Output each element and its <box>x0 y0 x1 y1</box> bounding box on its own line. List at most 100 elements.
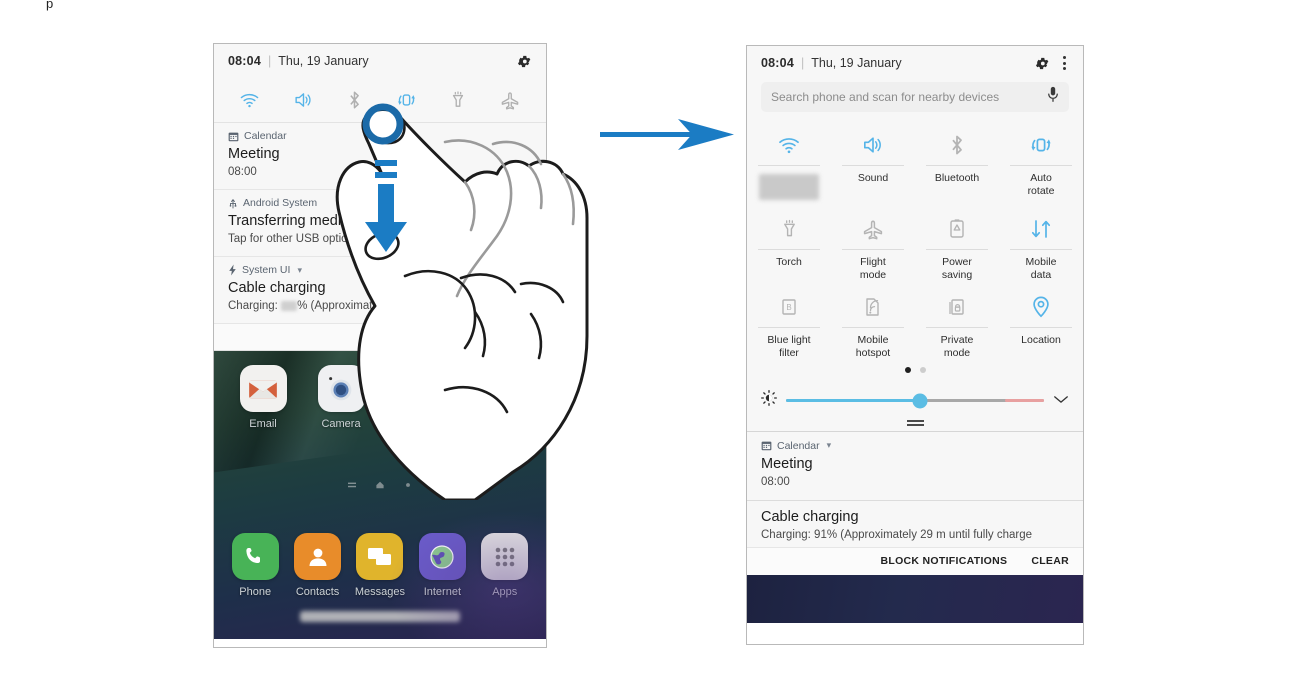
app-label: Phone <box>239 586 272 599</box>
bluetooth-toggle[interactable] <box>347 90 362 110</box>
voice-search-button[interactable] <box>1047 86 1059 108</box>
slider-fill <box>786 399 921 403</box>
torch-icon <box>452 91 464 107</box>
notification-header: Calendar <box>228 130 532 142</box>
notification-header: Calendar ▾ <box>761 440 1069 452</box>
sound-tile[interactable]: Sound <box>831 120 915 204</box>
auto-rotate-toggle[interactable] <box>396 90 417 110</box>
quick-settings-page-dots <box>747 360 1083 380</box>
power-saving-icon <box>950 219 964 238</box>
mobile-data-tile[interactable]: Mobile data <box>999 204 1083 282</box>
notification-subtitle: 08:00 <box>228 166 257 179</box>
notification-cable-charging[interactable]: Cable charging Charging: 91% (Approximat… <box>747 500 1083 547</box>
bluetooth-icon <box>952 135 962 155</box>
app-label: Apps <box>492 586 518 599</box>
auto-rotate-tile[interactable]: Auto rotate <box>999 120 1083 204</box>
tile-rule <box>1010 165 1072 166</box>
power-saving-tile[interactable]: Power saving <box>915 204 999 282</box>
tile-icon-wrap <box>949 126 965 164</box>
left-home-screen: Email Camera Play Store Google Phone Con… <box>214 351 546 640</box>
wifi-toggle[interactable] <box>239 92 260 109</box>
tile-rule <box>842 248 904 250</box>
app-camera[interactable]: Camera <box>312 365 370 430</box>
sound-toggle[interactable] <box>293 91 314 109</box>
chevron-down-icon[interactable]: ▾ <box>827 440 832 451</box>
brightness-slider[interactable] <box>786 393 1044 409</box>
notification-system-ui[interactable]: System UI ▾ Cable charging Charging: % (… <box>214 257 546 325</box>
tile-label: Private mode <box>940 333 974 359</box>
left-status-bar: 08:04 | Thu, 19 January <box>214 44 546 78</box>
notification-calendar[interactable]: Calendar ▾ Meeting 08:00 <box>747 431 1083 501</box>
notification-title: Transferring media files via USB <box>228 213 436 230</box>
slider-knob[interactable] <box>912 393 928 409</box>
tile-icon-wrap <box>1030 288 1052 326</box>
brightness-expand-button[interactable] <box>1053 392 1069 410</box>
blue-light-tile[interactable]: B Blue light filter <box>747 282 831 360</box>
chevron-down-icon[interactable]: ▾ <box>297 265 302 276</box>
app-apps[interactable]: Apps <box>476 533 534 598</box>
page-dot[interactable] <box>404 481 412 489</box>
quick-settings-grid: Sound Bluetooth Auto rotate Torch Flight… <box>747 120 1083 360</box>
tile-label: Sound <box>857 172 889 184</box>
tile-label: Mobile data <box>1025 255 1057 281</box>
right-status-bar: 08:04 | Thu, 19 January <box>747 46 1083 80</box>
tile-rule <box>926 165 988 166</box>
page-dot-active[interactable] <box>904 366 911 373</box>
block-notifications-button[interactable]: BLOCK NOTIFICATIONS <box>880 555 1007 567</box>
notification-android-system[interactable]: Android System Transferring media files … <box>214 190 546 258</box>
notification-calendar[interactable]: Calendar Meeting 08:00 <box>214 123 546 191</box>
app-messages[interactable]: Messages <box>351 533 409 598</box>
status-separator: | <box>267 54 272 68</box>
settings-gear-button[interactable] <box>1035 56 1050 71</box>
hotspot-tile[interactable]: Mobile hotspot <box>831 282 915 360</box>
notification-app-name: Calendar <box>777 439 820 452</box>
tile-label: Blue light filter <box>767 333 811 359</box>
app-tile <box>239 365 287 413</box>
app-label: Camera <box>321 418 361 431</box>
flight-mode-toggle[interactable] <box>499 90 521 110</box>
clear-button[interactable]: CLEAR <box>1031 555 1069 567</box>
flow-arrow <box>600 119 734 150</box>
flight-mode-tile[interactable]: Flight mode <box>831 204 915 282</box>
more-options-button[interactable] <box>1060 56 1069 70</box>
home-icon[interactable] <box>376 481 384 489</box>
app-play-store[interactable]: Play Store <box>390 365 448 430</box>
contacts-icon <box>309 548 327 566</box>
panel-handle[interactable] <box>747 419 1083 432</box>
auto-rotate-icon <box>1031 138 1051 152</box>
left-quick-toggle-strip <box>214 78 546 123</box>
tile-icon-wrap <box>781 210 798 248</box>
stray-glyph: p <box>46 0 54 11</box>
calendar-icon <box>228 132 239 141</box>
app-email[interactable]: Email <box>234 365 292 430</box>
right-notification-panel: 08:04 | Thu, 19 January Search phone and… <box>747 46 1083 623</box>
search-bar[interactable]: Search phone and scan for nearby devices <box>761 82 1069 112</box>
google-folder-icon <box>482 373 512 392</box>
torch-toggle[interactable] <box>450 90 466 110</box>
settings-gear-button[interactable] <box>517 54 532 69</box>
app-tile <box>395 365 443 413</box>
app-internet[interactable]: Internet <box>413 533 471 598</box>
tile-label: Auto rotate <box>1027 172 1055 197</box>
widgets-icon[interactable] <box>348 481 356 489</box>
app-phone[interactable]: Phone <box>226 533 284 598</box>
block-notifications-button[interactable]: BLOCK NOTIFICATIO <box>420 331 532 343</box>
app-tile <box>317 365 365 413</box>
bluetooth-tile[interactable]: Bluetooth <box>915 120 999 204</box>
wifi-tile[interactable] <box>747 120 831 204</box>
sound-icon <box>295 93 311 107</box>
tile-rule <box>758 248 820 250</box>
app-google[interactable]: Google <box>468 365 526 430</box>
tile-label: Mobile hotspot <box>855 333 891 359</box>
phone-icon <box>246 547 261 563</box>
app-contacts[interactable]: Contacts <box>289 533 347 598</box>
mobile-data-icon <box>1031 219 1051 238</box>
tile-rule <box>926 248 988 250</box>
blurred-text <box>300 611 460 623</box>
private-mode-tile[interactable]: Private mode <box>915 282 999 360</box>
page-dot-inactive[interactable] <box>919 366 926 373</box>
app-label: Messages <box>354 586 406 599</box>
torch-tile[interactable]: Torch <box>747 204 831 282</box>
right-phone-frame: 08:04 | Thu, 19 January Search phone and… <box>746 45 1084 645</box>
location-tile[interactable]: Location <box>999 282 1083 360</box>
